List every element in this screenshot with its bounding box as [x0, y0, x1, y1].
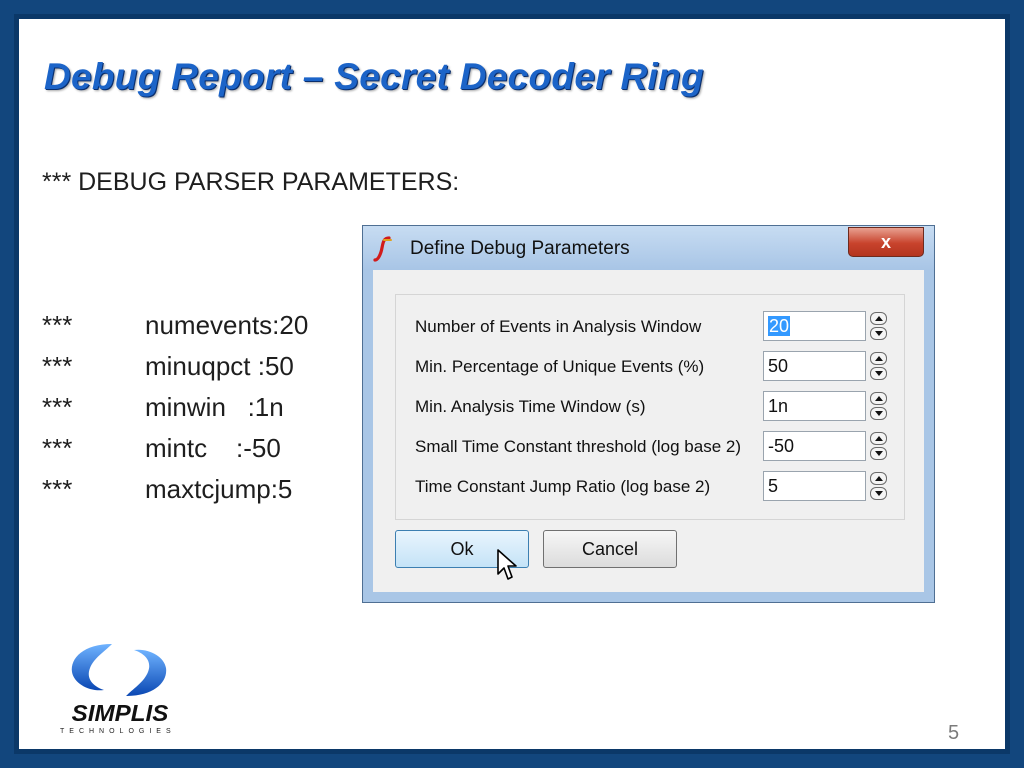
minuqpct-input[interactable]: 50 — [763, 351, 866, 381]
spin-up-icon[interactable] — [870, 432, 887, 445]
minwin-spinner[interactable] — [870, 392, 887, 420]
field-label: Min. Percentage of Unique Events (%) — [415, 357, 705, 376]
mouse-pointer-icon — [497, 549, 517, 580]
spin-up-icon[interactable] — [870, 352, 887, 365]
spin-down-icon[interactable] — [870, 367, 887, 380]
close-icon: x — [880, 231, 891, 252]
dialog-titlebar[interactable]: Define Debug Parameters x — [363, 226, 934, 270]
dialog-title: Define Debug Parameters — [410, 238, 630, 259]
param-stars: *** — [42, 351, 73, 381]
logo-wordmark: SIMPLIS — [71, 700, 169, 726]
field-row-minuqpct: Min. Percentage of Unique Events (%) 50 — [396, 351, 904, 383]
spin-down-icon[interactable] — [870, 407, 887, 420]
mintc-spinner[interactable] — [870, 432, 887, 460]
parser-heading: *** DEBUG PARSER PARAMETERS: — [42, 168, 460, 196]
page-number: 5 — [948, 722, 960, 744]
numevents-input[interactable]: 20 — [763, 311, 866, 341]
selected-text: 20 — [768, 316, 791, 336]
param-stars: *** — [42, 310, 73, 340]
numevents-spinner[interactable] — [870, 312, 887, 340]
field-row-maxtcjump: Time Constant Jump Ratio (log base 2) 5 — [396, 471, 904, 503]
spin-down-icon[interactable] — [870, 327, 887, 340]
minuqpct-spinner[interactable] — [870, 352, 887, 380]
field-row-mintc: Small Time Constant threshold (log base … — [396, 431, 904, 463]
mintc-input[interactable]: -50 — [763, 431, 866, 461]
param-text: numevents:20 — [145, 310, 309, 340]
param-text: mintc :-50 — [145, 433, 281, 463]
cancel-button[interactable]: Cancel — [543, 530, 677, 568]
spin-up-icon[interactable] — [870, 472, 887, 485]
param-text: minuqpct :50 — [145, 351, 294, 381]
simplis-app-icon — [373, 236, 392, 262]
param-text: minwin :1n — [145, 392, 284, 422]
minwin-input[interactable]: 1n — [763, 391, 866, 421]
spin-up-icon[interactable] — [870, 392, 887, 405]
param-stars: *** — [42, 392, 73, 422]
field-row-minwin: Min. Analysis Time Window (s) 1n — [396, 391, 904, 423]
field-label: Number of Events in Analysis Window — [415, 317, 702, 336]
field-label: Min. Analysis Time Window (s) — [415, 397, 646, 416]
field-row-numevents: Number of Events in Analysis Window 20 — [396, 311, 904, 343]
parameters-group: Number of Events in Analysis Window 20 M… — [395, 294, 905, 520]
param-stars: *** — [42, 433, 73, 463]
spin-down-icon[interactable] — [870, 487, 887, 500]
field-label: Small Time Constant threshold (log base … — [415, 437, 741, 456]
field-label: Time Constant Jump Ratio (log base 2) — [415, 477, 711, 496]
spin-up-icon[interactable] — [870, 312, 887, 325]
debug-parameters-dialog: Define Debug Parameters x Number of Even… — [362, 225, 935, 603]
simplis-logo-icon — [71, 644, 167, 696]
maxtcjump-spinner[interactable] — [870, 472, 887, 500]
slide-title: Debug Report – Secret Decoder Ring — [44, 56, 704, 97]
logo-subtitle: TECHNOLOGIES — [60, 728, 176, 735]
dialog-body: Number of Events in Analysis Window 20 M… — [373, 270, 924, 592]
spin-down-icon[interactable] — [870, 447, 887, 460]
close-button[interactable]: x — [848, 227, 924, 257]
maxtcjump-input[interactable]: 5 — [763, 471, 866, 501]
simplis-logo: SIMPLIS TECHNOLOGIES — [58, 640, 182, 740]
param-stars: *** — [42, 474, 73, 504]
param-text: maxtcjump:5 — [145, 474, 293, 504]
